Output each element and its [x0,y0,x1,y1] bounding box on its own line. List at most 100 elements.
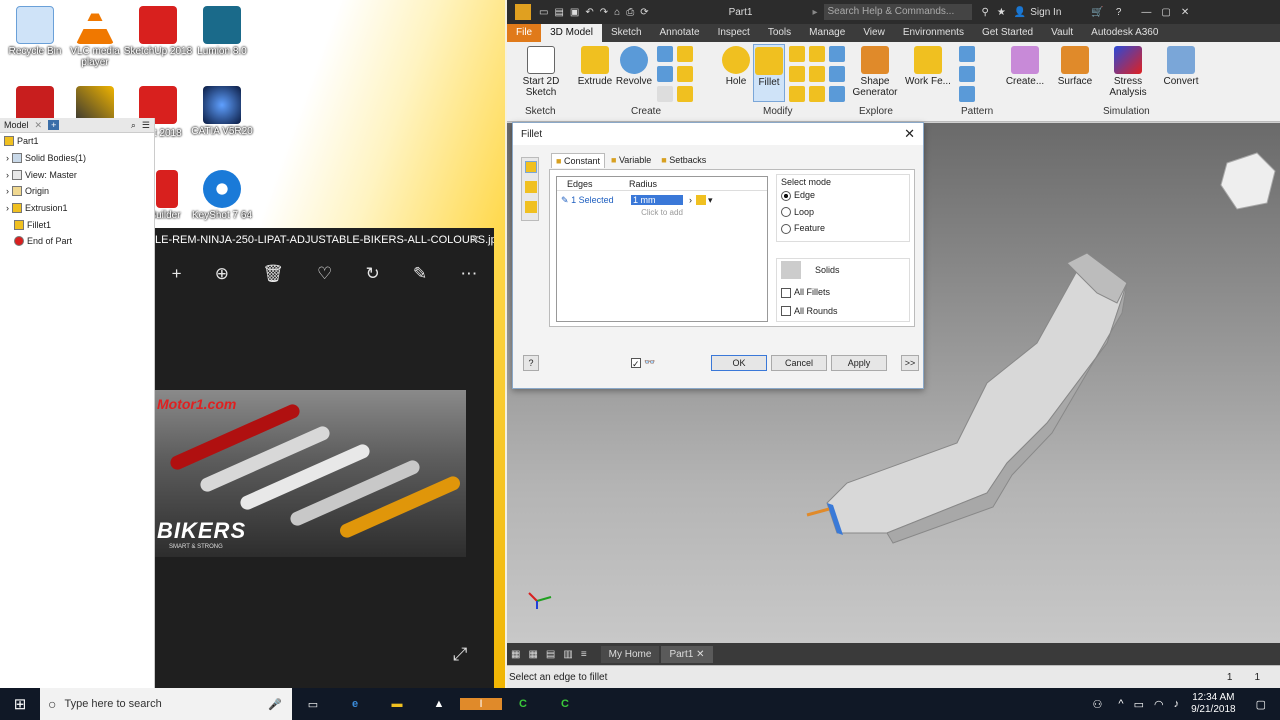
restore-icon[interactable]: ▢ [1161,7,1170,18]
clock[interactable]: 12:34 AM 9/21/2018 [1191,692,1236,716]
window-close-icon[interactable]: ✕ [1181,7,1189,18]
mirror-icon[interactable] [959,86,975,102]
search-dropdown-icon[interactable]: ▸ [812,7,817,18]
taskbar-search[interactable]: ○ Type here to search 🎤 [40,688,292,720]
open-icon[interactable]: ▤ [554,7,563,18]
extrude-button[interactable]: Extrude [577,46,613,87]
tab-annotate[interactable]: Annotate [651,24,709,42]
work-features-button[interactable]: Work Fe... [903,46,953,87]
tab-vault[interactable]: Vault [1042,24,1082,42]
shell-icon[interactable] [809,46,825,62]
switch-icon[interactable]: ▥ [563,649,572,660]
tree-item-end-of-part[interactable]: End of Part [0,233,154,250]
edge-icon[interactable]: e [334,698,376,710]
expand-icon[interactable]: › [6,153,9,163]
radius-input[interactable]: 1 mm [631,195,683,205]
tile-icon[interactable]: ▦ [511,649,520,660]
desktop-icon-catia[interactable]: CATIA V5R20 [187,86,257,137]
derive-icon[interactable] [677,86,693,102]
camtasia-recorder-icon[interactable]: C [544,698,586,710]
combine-icon[interactable] [829,66,845,82]
desktop-icon-lumion[interactable]: Lumion 8.0 [187,6,257,57]
start-sketch-button[interactable]: Start 2D Sketch [513,46,569,98]
tab-view[interactable]: View [854,24,894,42]
replace-face-icon[interactable] [809,86,825,102]
new-icon[interactable]: ▭ [539,7,548,18]
tab-get-started[interactable]: Get Started [973,24,1042,42]
tab-sketch[interactable]: Sketch [602,24,651,42]
battery-icon[interactable]: ▭ [1134,698,1144,711]
delete-icon[interactable]: 🗑 [262,264,284,284]
menu-list-icon[interactable]: ≡ [581,649,587,660]
convert-button[interactable]: Convert [1161,46,1201,87]
favorite-icon[interactable]: ♡ [317,264,332,284]
update-icon[interactable]: ⟳ [640,7,648,18]
tab-close-icon[interactable]: ✕ [696,649,704,660]
preview-toggle[interactable]: ✓ 👓 [631,357,655,369]
all-rounds-checkbox[interactable]: All Rounds [781,306,905,317]
tab-3d-model[interactable]: 3D Model [541,24,602,42]
revolve-button[interactable]: Revolve [615,46,653,87]
desktop-icon-vlc[interactable]: VLC media player [60,6,130,68]
tab-environments[interactable]: Environments [894,24,973,42]
face-fillet-icon[interactable] [525,181,537,193]
rectangular-pattern-icon[interactable] [959,46,975,62]
zoom-in-icon[interactable]: ⊕ [215,264,229,284]
expand-arrow-icon[interactable]: › [689,195,692,205]
rotate-icon[interactable]: ↻ [365,264,379,284]
search-icon[interactable]: ⌕ [131,120,136,131]
sweep-icon[interactable] [657,66,673,82]
expand-icon[interactable]: › [6,170,9,180]
tab-setbacks[interactable]: ■ Setbacks [657,153,710,168]
tab-constant[interactable]: ■ Constant [551,153,605,168]
dialog-close-icon[interactable]: ✕ [904,126,915,142]
more-icon[interactable]: ⋯ [460,264,477,284]
browser-close-icon[interactable]: ✕ [35,120,43,131]
microphone-icon[interactable]: 🎤 [268,698,282,711]
solids-selector[interactable]: Solids [781,261,905,279]
edges-selected-cell[interactable]: ✎ 1 Selected [557,195,625,206]
camtasia-icon[interactable]: C [502,698,544,710]
mode-feature[interactable]: Feature [781,223,905,234]
star-icon[interactable]: ★ [997,7,1006,18]
inventor-logo-icon[interactable] [515,4,531,20]
tab-my-home[interactable]: My Home [600,645,660,663]
loft-icon[interactable] [657,46,673,62]
desktop-icon-sketchup[interactable]: SketchUp 2018 [123,6,193,57]
all-fillets-checkbox[interactable]: All Fillets [781,287,905,298]
thicken-icon[interactable] [789,86,805,102]
hole-button[interactable]: Hole [721,46,751,87]
browser-add-icon[interactable]: + [48,120,60,130]
circular-pattern-icon[interactable] [959,66,975,82]
menu-icon[interactable]: ☰ [142,120,150,131]
inventor-taskbar-icon[interactable]: I [460,698,502,710]
fillet-button[interactable]: Fillet [753,44,785,102]
wifi-icon[interactable]: ◠ [1154,698,1164,711]
emboss-icon[interactable] [677,66,693,82]
file-explorer-icon[interactable]: ▬ [376,698,418,710]
more-button[interactable]: >> [901,355,919,371]
task-view-icon[interactable]: ▭ [292,698,334,711]
tab-inspect[interactable]: Inspect [709,24,759,42]
people-icon[interactable]: ⚇ [1093,698,1103,711]
tree-item-part1[interactable]: Part1 [0,133,154,150]
tray-chevron-icon[interactable]: ^ [1118,698,1123,710]
thread-icon[interactable] [809,66,825,82]
surface-button[interactable]: Surface [1055,46,1095,87]
browser-title[interactable]: Model [4,120,29,130]
edit-icon[interactable]: ✎ [413,264,427,284]
sign-in-link[interactable]: Sign In [1030,7,1061,18]
tab-variable[interactable]: ■ Variable [607,153,655,168]
select-edge-icon[interactable] [696,195,706,205]
save-icon[interactable]: ▣ [570,7,579,18]
cart-icon[interactable]: 🛒 [1091,7,1103,18]
redo-icon[interactable]: ↷ [600,7,608,18]
rib-icon[interactable] [657,86,673,102]
tab-manage[interactable]: Manage [800,24,854,42]
windows-start-icon[interactable]: ⊞ [0,695,40,713]
split-icon[interactable] [829,46,845,62]
expand-icon[interactable]: › [6,203,9,213]
tree-item-extrusion1[interactable]: › Extrusion1 [0,200,154,217]
minimize-icon[interactable]: — [1141,7,1151,18]
fillet-arrow-icon[interactable] [806,507,830,517]
